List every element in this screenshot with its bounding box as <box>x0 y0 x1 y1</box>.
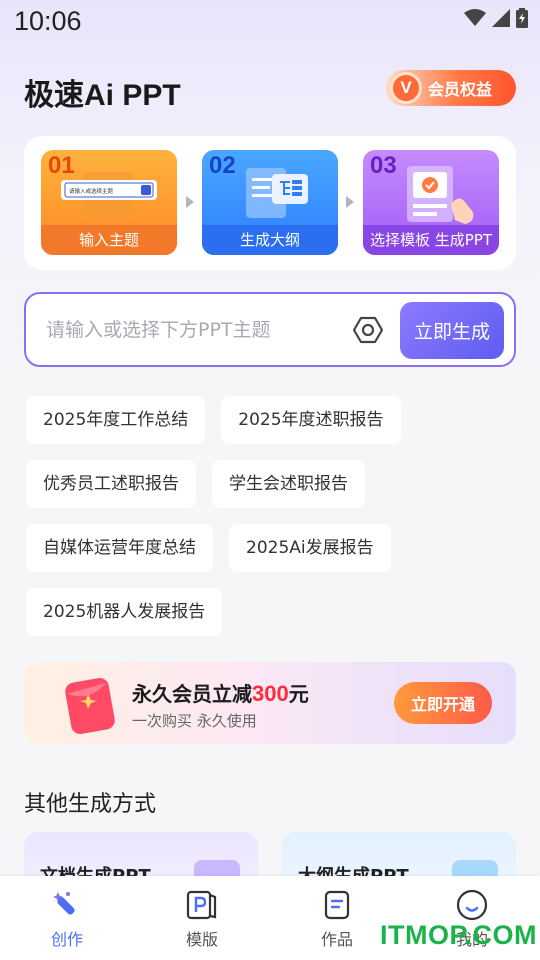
vip-label: 会员权益 <box>428 80 493 99</box>
watermark: ITMOP.COM <box>380 920 538 950</box>
topic-chip[interactable]: 优秀员工述职报告 <box>26 460 196 508</box>
tab-label: 作品 <box>320 930 353 949</box>
topic-chip[interactable]: 学生会述职报告 <box>212 460 365 508</box>
topic-chip[interactable]: 2025机器人发展报告 <box>26 588 223 636</box>
app-title: 极速Ai PPT <box>24 79 181 112</box>
step-number: 02 <box>209 152 236 179</box>
smile-face-icon <box>456 889 488 921</box>
signal-icon <box>492 9 510 27</box>
other-methods-title: 其他生成方式 <box>24 792 157 817</box>
red-envelope-icon <box>65 678 115 734</box>
tab-create[interactable]: 创作 <box>27 888 107 950</box>
step-arrow-icon <box>186 196 194 208</box>
step-label: 输入主题 <box>41 225 177 255</box>
topic-chip[interactable]: 2025年度工作总结 <box>26 396 206 444</box>
status-icons <box>464 8 528 28</box>
topic-chip[interactable]: 2025年度述职报告 <box>221 396 401 444</box>
tab-label: 模版 <box>185 930 218 949</box>
membership-promo-banner[interactable]: 永久会员立减300元 一次购买 永久使用 立即开通 <box>24 662 516 744</box>
template-illustration <box>407 166 474 224</box>
promo-title-prefix: 永久会员立减 <box>132 682 252 706</box>
tab-label: 创作 <box>50 930 83 949</box>
promo-amount: 300 <box>252 681 289 706</box>
promo-title: 永久会员立减300元 <box>132 678 309 707</box>
vip-benefits-button[interactable]: V 会员权益 <box>386 70 516 106</box>
step-label: 生成大纲 <box>202 225 338 255</box>
promo-unit: 元 <box>288 682 309 706</box>
topic-input[interactable] <box>46 312 346 348</box>
status-bar: 10:06 <box>0 0 540 46</box>
document-icon <box>324 890 350 920</box>
promo-subtitle: 一次购买 永久使用 <box>132 712 257 730</box>
step-label: 选择模板 生成PPT <box>363 225 499 255</box>
outline-illustration <box>246 168 308 218</box>
topic-chip[interactable]: 自媒体运营年度总结 <box>26 524 213 572</box>
topic-input-illustration: 请输入或选择主题 <box>61 172 157 220</box>
step-number: 03 <box>370 152 397 179</box>
template-icon <box>186 890 217 920</box>
topic-input-box: 立即生成 <box>24 292 516 367</box>
gear-icon <box>353 316 383 344</box>
step-select-template: 03 选择模板 生成PPT <box>363 150 499 255</box>
step-generate-outline: 02 生成大纲 <box>202 150 338 255</box>
topic-chip[interactable]: 2025Ai发展报告 <box>229 524 391 572</box>
vip-badge-icon: V <box>390 72 422 104</box>
chip-row: 2025年度工作总结 2025年度述职报告 <box>26 396 506 444</box>
activate-now-button[interactable]: 立即开通 <box>394 682 492 724</box>
generate-now-button[interactable]: 立即生成 <box>400 302 504 359</box>
chip-row: 优秀员工述职报告 学生会述职报告 <box>26 460 506 508</box>
settings-gear-button[interactable] <box>352 313 384 347</box>
wifi-icon <box>464 9 486 26</box>
step-input-topic: 01 请输入或选择主题 输入主题 <box>41 150 177 255</box>
step-arrow-icon <box>346 196 354 208</box>
tab-works[interactable]: 作品 <box>297 888 377 950</box>
tab-templates[interactable]: 模版 <box>162 888 242 950</box>
status-time: 10:06 <box>14 6 82 36</box>
chip-row: 2025机器人发展报告 <box>26 588 506 636</box>
chip-row: 自媒体运营年度总结 2025Ai发展报告 <box>26 524 506 572</box>
battery-icon <box>516 8 528 28</box>
topic-chips: 2025年度工作总结 2025年度述职报告 优秀员工述职报告 学生会述职报告 自… <box>26 396 506 652</box>
step-preview-text: 请输入或选择主题 <box>69 187 114 195</box>
magic-wand-icon <box>53 892 75 915</box>
steps-card: 01 请输入或选择主题 输入主题 02 生成大纲 03 选择模板 生成PPT <box>24 136 516 270</box>
